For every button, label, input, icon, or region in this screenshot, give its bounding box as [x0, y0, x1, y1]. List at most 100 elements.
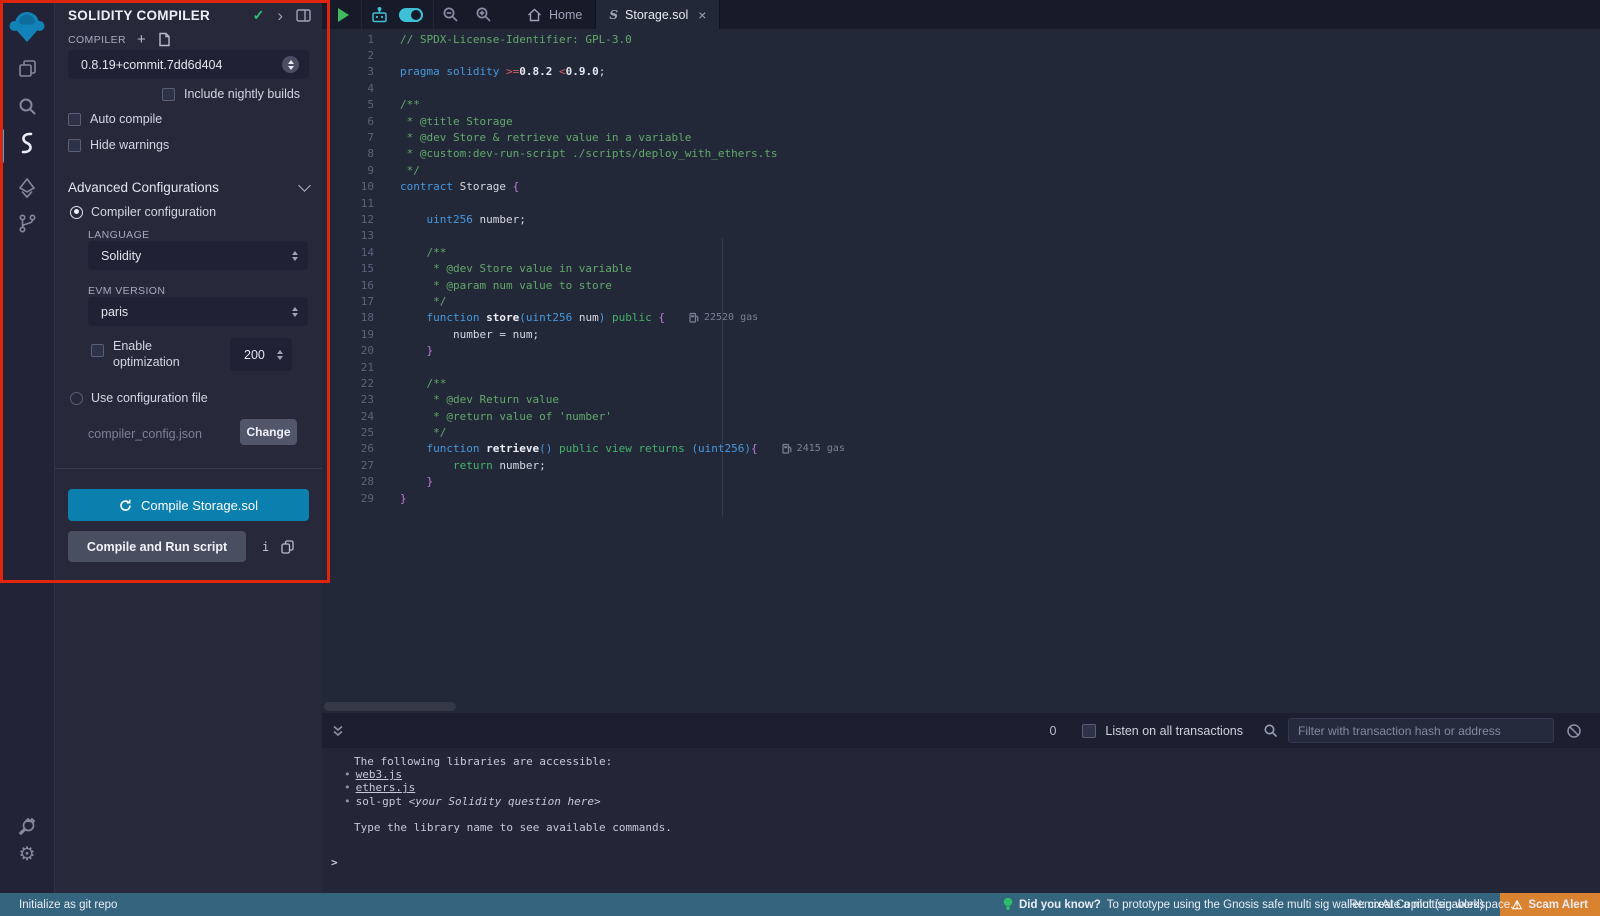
- code-line[interactable]: 19 number = num;: [322, 326, 1600, 342]
- code-line[interactable]: 14 /**: [322, 244, 1600, 260]
- code-line[interactable]: 12 uint256 number;: [322, 211, 1600, 227]
- solidity-compiler-icon[interactable]: [14, 130, 40, 156]
- line-number[interactable]: 5: [322, 98, 374, 111]
- ai-copilot-toggle[interactable]: [399, 8, 423, 22]
- library-link[interactable]: ethers.js: [356, 781, 416, 794]
- line-number[interactable]: 6: [322, 115, 374, 128]
- language-select[interactable]: Solidity: [88, 241, 308, 270]
- line-number[interactable]: 20: [322, 344, 374, 357]
- git-init-status[interactable]: Initialize as git repo: [0, 899, 117, 911]
- terminal-prompt[interactable]: >: [331, 856, 1600, 869]
- line-number[interactable]: 19: [322, 328, 374, 341]
- hide-warnings-checkbox[interactable]: [68, 139, 81, 152]
- code-line[interactable]: 2: [322, 47, 1600, 63]
- line-number[interactable]: 9: [322, 164, 374, 177]
- compiler-configuration-radio[interactable]: [70, 206, 83, 219]
- enable-optimization-checkbox[interactable]: [91, 344, 104, 357]
- copy-icon[interactable]: [281, 540, 294, 554]
- compiler-version-select[interactable]: 0.8.19+commit.7dd6d404: [68, 50, 309, 79]
- evm-version-select[interactable]: paris: [88, 297, 308, 326]
- line-number[interactable]: 8: [322, 147, 374, 160]
- code-line[interactable]: 7 * @dev Store & retrieve value in a var…: [322, 129, 1600, 145]
- code-line[interactable]: 22 /**: [322, 375, 1600, 391]
- line-number[interactable]: 3: [322, 65, 374, 78]
- transaction-filter-input[interactable]: [1288, 718, 1554, 743]
- advanced-configurations-header[interactable]: Advanced Configurations: [68, 180, 309, 195]
- code-line[interactable]: 5/**: [322, 97, 1600, 113]
- change-config-button[interactable]: Change: [240, 419, 297, 445]
- line-number[interactable]: 18: [322, 311, 374, 324]
- scam-alert-button[interactable]: ⚠ Scam Alert: [1500, 893, 1600, 916]
- line-number[interactable]: 24: [322, 410, 374, 423]
- scrollbar-thumb[interactable]: [324, 702, 456, 711]
- file-explorer-icon[interactable]: [14, 55, 40, 81]
- code-line[interactable]: 20 }: [322, 342, 1600, 358]
- code-line[interactable]: 11: [322, 195, 1600, 211]
- code-line[interactable]: 28 }: [322, 474, 1600, 490]
- code-line[interactable]: 6 * @title Storage: [322, 113, 1600, 129]
- line-number[interactable]: 15: [322, 262, 374, 275]
- horizontal-scrollbar[interactable]: [322, 700, 1600, 713]
- line-number[interactable]: 27: [322, 459, 374, 472]
- line-number[interactable]: 26: [322, 442, 374, 455]
- line-number[interactable]: 16: [322, 279, 374, 292]
- code-line[interactable]: 27 return number;: [322, 457, 1600, 473]
- pin-panel-icon[interactable]: [296, 9, 311, 22]
- code-editor[interactable]: 1// SPDX-License-Identifier: GPL-3.0 2 3pr…: [322, 29, 1600, 700]
- close-tab-icon[interactable]: ×: [698, 7, 706, 23]
- git-icon[interactable]: [14, 210, 40, 236]
- plugin-manager-icon[interactable]: [14, 813, 40, 839]
- code-line[interactable]: 24 * @return value of 'number': [322, 408, 1600, 424]
- code-line[interactable]: 25 */: [322, 424, 1600, 440]
- compile-button[interactable]: Compile Storage.sol: [68, 489, 309, 521]
- config-filename[interactable]: compiler_config.json: [88, 427, 202, 441]
- code-line[interactable]: 3pragma solidity >=0.8.2 <0.9.0;: [322, 64, 1600, 80]
- clear-console-icon[interactable]: [1566, 723, 1582, 739]
- line-number[interactable]: 22: [322, 377, 374, 390]
- code-line[interactable]: 23 * @dev Return value: [322, 392, 1600, 408]
- line-number[interactable]: 7: [322, 131, 374, 144]
- line-number[interactable]: 12: [322, 213, 374, 226]
- code-line[interactable]: 21: [322, 359, 1600, 375]
- code-line[interactable]: 26 function retrieve() public view retur…: [322, 441, 1600, 457]
- code-line[interactable]: 15 * @dev Store value in variable: [322, 260, 1600, 276]
- line-number[interactable]: 14: [322, 246, 374, 259]
- deploy-run-icon[interactable]: [14, 175, 40, 201]
- line-number[interactable]: 10: [322, 180, 374, 193]
- open-file-icon[interactable]: [157, 32, 171, 47]
- expand-terminal-icon[interactable]: [331, 724, 345, 738]
- code-line[interactable]: 18 function store(uint256 num) public {2…: [322, 310, 1600, 326]
- optimization-runs-input[interactable]: 200: [230, 338, 292, 371]
- tab-storage-sol[interactable]: S Storage.sol ×: [595, 0, 720, 29]
- line-number[interactable]: 21: [322, 361, 374, 374]
- search-icon[interactable]: [14, 93, 40, 119]
- code-line[interactable]: 4: [322, 80, 1600, 96]
- settings-gear-icon[interactable]: ⚙: [14, 841, 40, 867]
- code-line[interactable]: 1// SPDX-License-Identifier: GPL-3.0: [322, 31, 1600, 47]
- add-compiler-icon[interactable]: +: [137, 35, 146, 45]
- compile-and-run-button[interactable]: Compile and Run script: [68, 531, 246, 562]
- line-number[interactable]: 1: [322, 33, 374, 46]
- line-number[interactable]: 28: [322, 475, 374, 488]
- line-number[interactable]: 2: [322, 49, 374, 62]
- zoom-in-icon[interactable]: [475, 6, 492, 23]
- auto-compile-checkbox[interactable]: [68, 113, 81, 126]
- line-number[interactable]: 29: [322, 492, 374, 505]
- terminal-search-icon[interactable]: [1263, 723, 1278, 738]
- tab-home[interactable]: Home: [514, 0, 595, 29]
- line-number[interactable]: 25: [322, 426, 374, 439]
- terminal-output[interactable]: The following libraries are accessible:•…: [322, 748, 1600, 893]
- code-line[interactable]: 16 * @param num value to store: [322, 277, 1600, 293]
- line-number[interactable]: 17: [322, 295, 374, 308]
- info-icon[interactable]: i: [262, 540, 269, 554]
- line-number[interactable]: 13: [322, 229, 374, 242]
- listen-transactions-checkbox[interactable]: [1082, 724, 1096, 738]
- library-link[interactable]: web3.js: [356, 768, 402, 781]
- line-number[interactable]: 11: [322, 197, 374, 210]
- code-line[interactable]: 10contract Storage {: [322, 179, 1600, 195]
- remix-logo-icon[interactable]: [6, 6, 48, 48]
- code-line[interactable]: 13: [322, 228, 1600, 244]
- run-script-play-button[interactable]: [338, 8, 349, 22]
- code-line[interactable]: 29}: [322, 490, 1600, 506]
- code-line[interactable]: 9 */: [322, 162, 1600, 178]
